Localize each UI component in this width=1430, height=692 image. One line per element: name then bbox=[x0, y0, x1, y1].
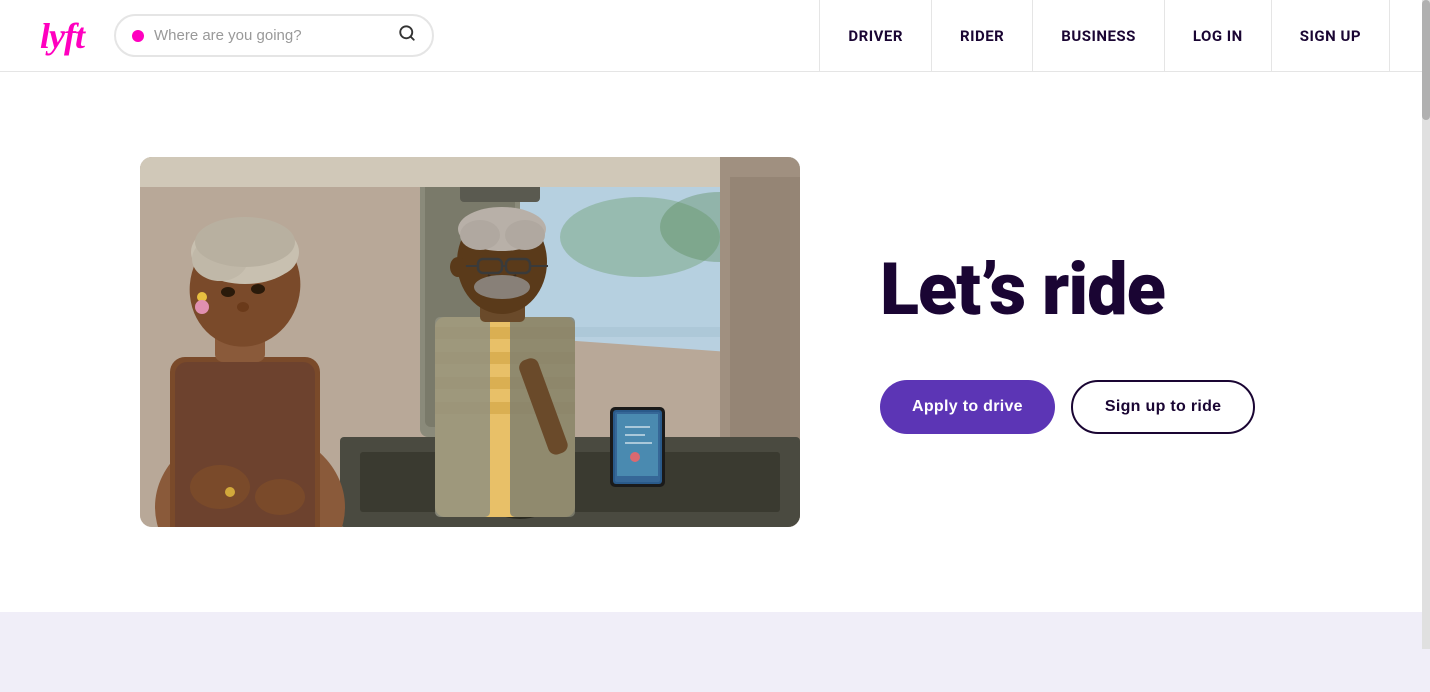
search-button[interactable] bbox=[398, 24, 416, 47]
search-area bbox=[114, 14, 434, 57]
search-icon bbox=[398, 24, 416, 42]
lyft-logo: lyft bbox=[40, 18, 84, 54]
hero-text-area: Let’s ride Apply to drive Sign up to rid… bbox=[800, 250, 1390, 433]
footer-section bbox=[0, 612, 1430, 692]
sign-up-to-ride-button[interactable]: Sign up to ride bbox=[1071, 380, 1256, 434]
car-interior-image bbox=[140, 157, 800, 527]
header: lyft DRIVER RIDER BUSINESS LOG IN SIGN U… bbox=[0, 0, 1430, 72]
hero-headline: Let’s ride bbox=[880, 250, 1390, 329]
scrollbar-thumb[interactable] bbox=[1422, 0, 1430, 120]
hero-buttons: Apply to drive Sign up to ride bbox=[880, 380, 1390, 434]
hero-image bbox=[140, 157, 800, 527]
nav-rider[interactable]: RIDER bbox=[931, 0, 1032, 72]
scrollbar-track[interactable] bbox=[1422, 0, 1430, 649]
apply-to-drive-button[interactable]: Apply to drive bbox=[880, 380, 1055, 434]
search-input[interactable] bbox=[154, 27, 390, 44]
main-nav: DRIVER RIDER BUSINESS LOG IN SIGN UP bbox=[819, 0, 1390, 72]
search-box[interactable] bbox=[114, 14, 434, 57]
nav-login[interactable]: LOG IN bbox=[1164, 0, 1271, 72]
nav-signup[interactable]: SIGN UP bbox=[1271, 0, 1390, 72]
hero-section: Let’s ride Apply to drive Sign up to rid… bbox=[0, 72, 1430, 612]
nav-driver[interactable]: DRIVER bbox=[819, 0, 931, 72]
location-dot-icon bbox=[132, 30, 144, 42]
nav-business[interactable]: BUSINESS bbox=[1032, 0, 1164, 72]
logo-area: lyft bbox=[40, 18, 84, 54]
